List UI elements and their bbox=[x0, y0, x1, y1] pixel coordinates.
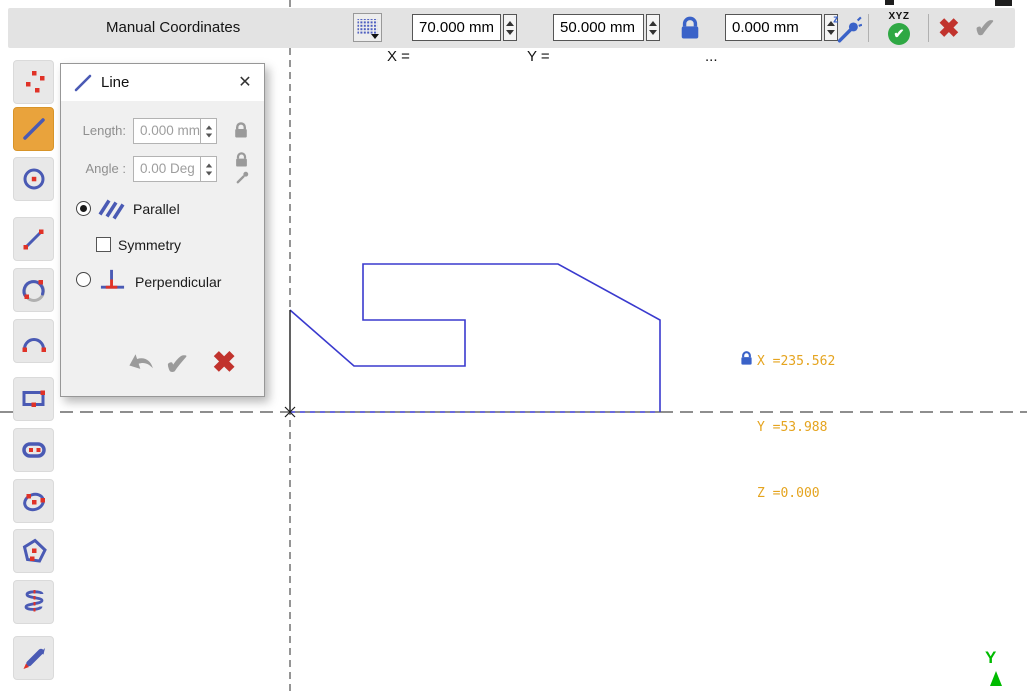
tool-circle-center-button[interactable] bbox=[13, 157, 54, 201]
polygon-icon bbox=[19, 536, 49, 566]
undo-button[interactable] bbox=[123, 348, 156, 382]
line-icon bbox=[19, 114, 49, 144]
tool-arc-button[interactable] bbox=[13, 319, 54, 363]
arc-icon bbox=[19, 326, 49, 356]
y-coordinate-input[interactable] bbox=[553, 14, 644, 41]
tool-rectangle-button[interactable] bbox=[13, 377, 54, 421]
pencil-icon bbox=[19, 643, 49, 673]
length-input[interactable] bbox=[133, 118, 217, 144]
cancel-button[interactable]: ✖ bbox=[938, 11, 960, 45]
spin-up-icon[interactable] bbox=[205, 125, 211, 129]
y-coordinate-label: Y = bbox=[527, 37, 550, 77]
tool-line-two-points-button[interactable] bbox=[13, 217, 54, 261]
tool-polygon-button[interactable] bbox=[13, 529, 54, 573]
xyz-label: XYZ bbox=[877, 11, 921, 22]
spin-up-icon[interactable] bbox=[205, 163, 211, 167]
symmetry-label: Symmetry bbox=[118, 237, 181, 253]
line-dialog-header: Line ✕ bbox=[61, 64, 264, 101]
perpendicular-label: Perpendicular bbox=[135, 274, 221, 290]
angle-pick-eyedropper-icon[interactable] bbox=[235, 170, 250, 185]
tool-freehand-sketch-button[interactable] bbox=[13, 636, 54, 680]
symmetry-checkbox[interactable] bbox=[96, 237, 111, 252]
length-spinner[interactable] bbox=[200, 119, 216, 143]
obround-slot-icon bbox=[19, 435, 49, 465]
x-coordinate-label: X = bbox=[387, 37, 410, 77]
angle-input[interactable] bbox=[133, 156, 217, 182]
y-spinner[interactable] bbox=[646, 14, 660, 41]
line-dialog-icon bbox=[72, 72, 94, 94]
readout-x: X =235.562 bbox=[757, 351, 835, 373]
tool-ellipse-button[interactable] bbox=[13, 479, 54, 523]
window-fragment bbox=[885, 0, 894, 5]
y-axis-indicator-arrow-icon bbox=[990, 671, 1002, 686]
angle-value[interactable] bbox=[140, 157, 200, 181]
confirm-button[interactable]: ✔ bbox=[974, 11, 996, 45]
svg-text:z: z bbox=[833, 14, 838, 26]
z-lock-icon[interactable] bbox=[680, 16, 700, 41]
spin-down-icon[interactable] bbox=[205, 171, 211, 175]
line-dialog: Line ✕ Length: Angle : bbox=[60, 63, 265, 397]
spin-up-icon[interactable] bbox=[506, 21, 514, 26]
z-coordinate-input[interactable] bbox=[725, 14, 822, 41]
spin-up-icon[interactable] bbox=[649, 21, 657, 26]
readout-y: Y =53.988 bbox=[757, 417, 835, 439]
y-coordinate-value[interactable] bbox=[560, 19, 640, 36]
length-label: Length: bbox=[61, 118, 126, 144]
readout-z: Z =0.000 bbox=[757, 483, 835, 505]
angle-label: Angle : bbox=[61, 156, 126, 182]
grid-dropdown-arrow-icon[interactable] bbox=[371, 34, 379, 39]
ellipse-icon bbox=[19, 486, 49, 516]
length-lock-icon[interactable] bbox=[234, 122, 248, 139]
manual-coordinates-toolbar: Manual Coordinates X = Y = bbox=[8, 8, 1015, 48]
parallel-radio[interactable] bbox=[76, 201, 91, 216]
app-window: Manual Coordinates X = Y = bbox=[0, 0, 1027, 691]
xyz-apply-button[interactable]: XYZ ✔ bbox=[877, 11, 921, 45]
tool-obround-slot-button[interactable] bbox=[13, 428, 54, 472]
shape-outline[interactable] bbox=[290, 264, 660, 412]
circle-center-icon bbox=[19, 164, 49, 194]
perpendicular-radio[interactable] bbox=[76, 272, 91, 287]
toolbar-separator bbox=[928, 14, 929, 42]
spin-down-icon[interactable] bbox=[205, 133, 211, 137]
window-fragment bbox=[995, 0, 1012, 6]
z-pick-eyedropper-icon[interactable]: z bbox=[832, 12, 862, 44]
tool-points-button[interactable] bbox=[13, 60, 54, 104]
tool-circle-three-points-button[interactable] bbox=[13, 268, 54, 312]
circle-three-points-icon bbox=[19, 275, 49, 305]
toolbar-title: Manual Coordinates bbox=[106, 8, 240, 48]
parallel-icon bbox=[97, 195, 127, 222]
readout-z-lock-icon bbox=[740, 351, 753, 366]
rectangle-icon bbox=[19, 384, 49, 414]
cursor-coordinate-readout: X =235.562 Y =53.988 Z =0.000 bbox=[757, 307, 835, 549]
grid-snap-button[interactable] bbox=[353, 13, 382, 42]
spin-down-icon[interactable] bbox=[649, 30, 657, 35]
dialog-close-button[interactable]: ✕ bbox=[233, 71, 257, 95]
x-spinner[interactable] bbox=[503, 14, 517, 41]
points-icon bbox=[19, 67, 49, 97]
spiral-icon bbox=[19, 587, 49, 617]
x-coordinate-input[interactable] bbox=[412, 14, 501, 41]
perpendicular-icon bbox=[99, 266, 126, 293]
length-value[interactable] bbox=[140, 119, 200, 143]
line-two-points-icon bbox=[19, 224, 49, 254]
dialog-title: Line bbox=[101, 64, 129, 101]
dialog-cancel-button[interactable]: ✖ bbox=[212, 345, 236, 380]
x-coordinate-value[interactable] bbox=[419, 19, 497, 36]
dialog-confirm-button[interactable]: ✔ bbox=[165, 347, 189, 382]
angle-lock-icon[interactable] bbox=[235, 152, 248, 168]
tool-spiral-button[interactable] bbox=[13, 580, 54, 624]
parallel-label: Parallel bbox=[133, 201, 180, 217]
xyz-check-icon: ✔ bbox=[888, 23, 910, 45]
angle-spinner[interactable] bbox=[200, 157, 216, 181]
y-axis-indicator-label: Y bbox=[985, 648, 996, 668]
tool-line-button[interactable] bbox=[13, 107, 54, 151]
spin-down-icon[interactable] bbox=[506, 30, 514, 35]
toolbar-separator bbox=[868, 14, 869, 42]
z-coordinate-value[interactable] bbox=[732, 19, 818, 36]
ellipsis-label: ... bbox=[705, 37, 718, 77]
